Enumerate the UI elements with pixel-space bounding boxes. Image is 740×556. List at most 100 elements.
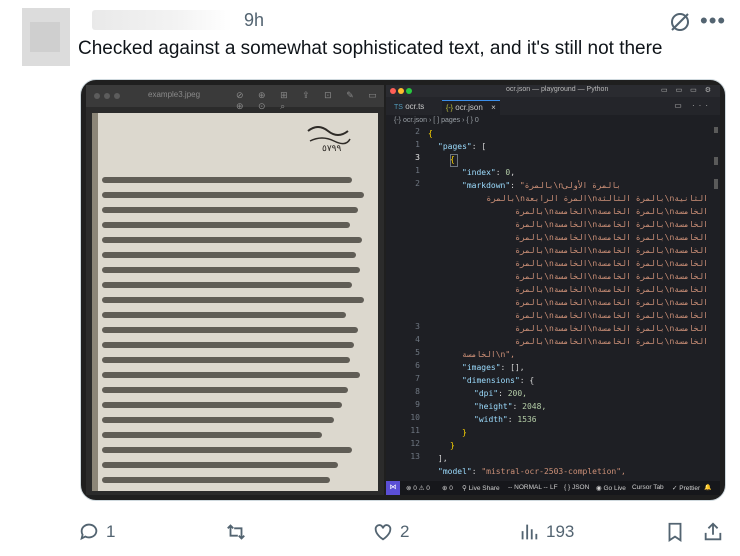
close-tab-icon[interactable]: ×	[491, 103, 496, 112]
code-line: "images": [],	[462, 363, 525, 372]
views-button[interactable]: 193	[518, 516, 574, 548]
code-line: "height": 2048,	[474, 402, 547, 411]
window-title: ocr.json — playground — Python	[506, 86, 609, 93]
language-mode[interactable]: { } JSON	[564, 484, 589, 491]
line-number: 3	[415, 322, 420, 331]
more-options-button[interactable]: •••	[700, 8, 726, 34]
problems-indicator[interactable]: ⊗ 0 ⚠ 0	[406, 484, 430, 492]
line-number: 10	[410, 413, 420, 422]
code-line: بالمرة\nالخامسة\nبالمرة الخامسة\nالخامسة	[515, 337, 708, 346]
code-line: بالمرة\nالخامسة\nبالمرة الخامسة\nالخامسة	[515, 285, 708, 294]
line-number: 1	[415, 166, 420, 175]
line-number: 9	[415, 400, 420, 409]
code-line: }	[450, 441, 455, 450]
grok-icon[interactable]	[668, 10, 692, 34]
code-line: "markdown": "بالمرة\nبالمرة الأولى	[462, 181, 621, 190]
handwritten-line	[102, 207, 358, 213]
image-preview-window: example3.jpeg ⊘ ⊕ ⊞ ⇪ ⊡ ✎ ▭ ⊕ ⊙ ⌕ ٥٧٩٩	[86, 85, 384, 495]
line-number: 7	[415, 374, 420, 383]
remote-icon[interactable]: ⋈	[386, 481, 400, 495]
eol-indicator[interactable]: LF	[550, 484, 558, 491]
line-number: 2	[415, 127, 420, 136]
breadcrumb[interactable]: {-} ocr.json › [ ] pages › { } 0	[394, 117, 479, 124]
handwritten-line	[102, 297, 364, 303]
notifications-icon[interactable]: 🔔	[704, 484, 711, 491]
document-number: ٥٧٩٩	[322, 143, 342, 153]
reply-count: 1	[106, 522, 116, 541]
code-line: الخامسة\n",	[462, 350, 515, 359]
tab-ocr-ts[interactable]: TS ocr.ts	[390, 100, 428, 114]
heart-icon	[374, 524, 392, 541]
code-line: بالمرة\nالمرة الرابعة\nبالمرة الثالثة\nا…	[486, 194, 708, 203]
line-number: 6	[415, 361, 420, 370]
line-number: 2	[415, 179, 420, 188]
code-line: "width": 1536	[474, 415, 537, 424]
prettier-button[interactable]: ✓ Prettier	[672, 484, 700, 492]
go-live-button[interactable]: ◉ Go Live	[596, 484, 626, 492]
share-button[interactable]	[702, 516, 724, 548]
handwritten-line	[102, 177, 352, 183]
handwritten-line	[102, 477, 330, 483]
preview-file-name: example3.jpeg	[148, 90, 201, 99]
handwritten-line	[102, 462, 338, 468]
editor-tabs: TS ocr.ts {-} ocr.json × ▭ ···	[386, 97, 720, 115]
line-number: 3	[415, 153, 420, 162]
line-number: 12	[410, 439, 420, 448]
cursor-tab-button[interactable]: Cursor Tab	[632, 484, 664, 491]
code-area[interactable]: { "pages": [ { "index": 0, "markdown": "…	[428, 127, 716, 479]
handwritten-line	[102, 432, 322, 438]
code-line: "dpi": 200,	[474, 389, 527, 398]
code-line: بالمرة\nالخامسة\nبالمرة الخامسة\nالخامسة	[515, 233, 708, 242]
line-number: 13	[410, 452, 420, 461]
bookmark-icon	[668, 522, 682, 542]
handwritten-line	[102, 267, 360, 273]
views-count: 193	[546, 522, 575, 541]
tab-ocr-json[interactable]: {-} ocr.json ×	[442, 100, 500, 115]
like-count: 2	[400, 522, 410, 541]
line-number: 11	[410, 426, 420, 435]
document-seal: ٥٧٩٩	[304, 121, 354, 155]
tweet-actions: 1 2 193	[0, 516, 740, 548]
code-line: "dimensions": {	[462, 376, 535, 385]
retweet-button[interactable]	[224, 516, 254, 548]
code-line: بالمرة\nالخامسة\nبالمرة الخامسة\nالخامسة	[515, 220, 708, 229]
layout-icons[interactable]: ▭ ▭ ▭ ⚙	[661, 86, 714, 94]
line-number: 1	[415, 140, 420, 149]
line-number: 5	[415, 348, 420, 357]
handwritten-line	[102, 252, 356, 258]
handwritten-line	[102, 402, 342, 408]
author-name-redacted[interactable]	[92, 10, 232, 30]
reply-icon	[80, 523, 98, 541]
handwritten-line	[102, 417, 334, 423]
code-line: بالمرة\nالخامسة\nبالمرة الخامسة\nالخامسة	[515, 207, 708, 216]
line-number: 4	[415, 335, 420, 344]
line-number: 8	[415, 387, 420, 396]
vim-mode: -- NORMAL --	[508, 484, 548, 491]
handwritten-line	[102, 192, 364, 198]
editor-actions[interactable]: ▭ ···	[674, 101, 712, 110]
avatar[interactable]	[22, 8, 70, 66]
status-bar: ⋈ ⊗ 0 ⚠ 0 ⊕ 0 ⚲ Live Share -- NORMAL -- …	[386, 481, 720, 495]
live-share-button[interactable]: ⚲ Live Share	[462, 484, 500, 492]
code-editor-window: ocr.json — playground — Python ▭ ▭ ▭ ⚙ T…	[386, 85, 720, 495]
ports-indicator[interactable]: ⊕ 0	[442, 484, 453, 492]
handwritten-line	[102, 447, 352, 453]
editor-scrollbar[interactable]	[714, 127, 718, 467]
handwritten-document-image: ٥٧٩٩	[92, 113, 378, 491]
views-icon	[521, 524, 538, 540]
retweet-icon	[227, 524, 245, 540]
attached-screenshot[interactable]: example3.jpeg ⊘ ⊕ ⊞ ⇪ ⊡ ✎ ▭ ⊕ ⊙ ⌕ ٥٧٩٩ o…	[80, 79, 726, 501]
handwritten-line	[102, 282, 352, 288]
handwritten-line	[102, 342, 354, 348]
code-line: "model": "mistral-ocr-2503-completion",	[438, 467, 626, 476]
code-line: {	[428, 129, 433, 138]
preview-tools[interactable]: ⊘ ⊕ ⊞ ⇪ ⊡ ✎ ▭ ⊕ ⊙ ⌕	[236, 90, 384, 112]
reply-button[interactable]: 1	[78, 516, 115, 548]
code-line: ],	[438, 454, 448, 463]
like-button[interactable]: 2	[372, 516, 409, 548]
handwritten-line	[102, 222, 350, 228]
handwritten-line	[102, 372, 360, 378]
code-line: بالمرة\nالخامسة\nبالمرة الخامسة\nالخامسة	[515, 324, 708, 333]
timestamp[interactable]: 9h	[244, 10, 264, 31]
bookmark-button[interactable]	[664, 516, 686, 548]
